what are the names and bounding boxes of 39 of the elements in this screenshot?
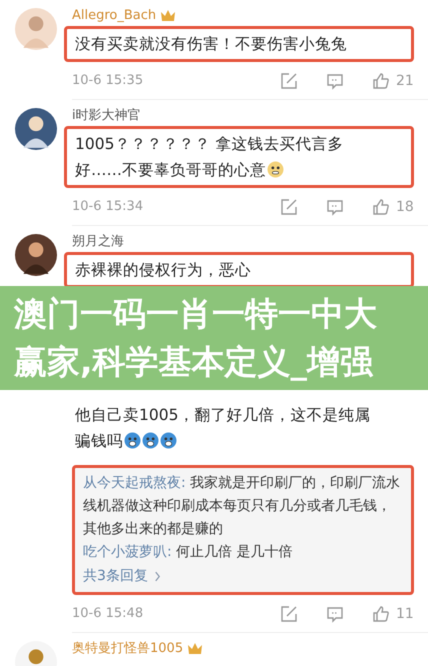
comment-text: 赤裸裸的侵权行为，恶心	[75, 261, 251, 279]
comment-time: 10-6 15:35	[72, 73, 144, 88]
emoji-icon	[267, 161, 284, 178]
comment-text: 骗钱吗	[75, 432, 123, 450]
avatar[interactable]	[15, 108, 57, 150]
comment-text: 他自己卖1005，翻了好几倍，这不是纯属	[75, 406, 370, 424]
like-count: 18	[396, 198, 414, 214]
thumb-up-icon[interactable]	[372, 604, 390, 622]
comment-time: 10-6 15:34	[72, 199, 144, 214]
like-count: 21	[396, 72, 414, 88]
emoji-icon	[124, 432, 141, 449]
crown-icon	[160, 8, 176, 22]
reply-text: 从今天起戒熬夜: 我家就是开印刷厂的，印刷厂流水线机器做这种印刷成本每页只有几分或者几毛钱，其他多出来的都是赚的	[83, 474, 402, 539]
banner-text: 赢家,科学基本定义_增强	[14, 341, 374, 383]
share-icon[interactable]	[280, 72, 298, 90]
user-name[interactable]: Allegro_Bach	[72, 8, 156, 22]
emoji-icon	[142, 432, 159, 449]
user-name[interactable]: i时影大神官	[72, 106, 141, 124]
avatar[interactable]	[15, 234, 57, 276]
crown-icon	[187, 641, 204, 655]
comment-text: 1005？？？？？？ 拿这钱去买代言多	[75, 135, 344, 153]
comment-text: 没有买卖就没有伤害！不要伤害小兔兔	[75, 35, 347, 53]
share-icon[interactable]	[280, 604, 298, 622]
thumb-up-icon[interactable]	[372, 198, 390, 216]
thumb-up-icon[interactable]	[372, 72, 390, 90]
banner-text: 澳门一码一肖一特一中大	[14, 293, 378, 335]
share-icon[interactable]	[280, 198, 298, 216]
emoji-icon	[160, 432, 177, 449]
more-replies-link[interactable]: 共3条回复	[83, 564, 403, 588]
user-name[interactable]: 朔月之海	[72, 232, 124, 250]
chevron-icon	[154, 570, 161, 582]
comment-icon[interactable]	[326, 604, 344, 622]
reply-text: 吃个小菠萝叭: 何止几倍 是几十倍	[83, 543, 294, 562]
comment-icon[interactable]	[326, 72, 344, 90]
user-name[interactable]: 奥特曼打怪兽1005	[72, 639, 184, 657]
comment-icon[interactable]	[326, 198, 344, 216]
comment-time: 10-6 15:48	[72, 606, 144, 621]
like-count: 11	[396, 606, 414, 622]
comment-text: 好……不要辜负哥哥的心意	[75, 161, 266, 179]
